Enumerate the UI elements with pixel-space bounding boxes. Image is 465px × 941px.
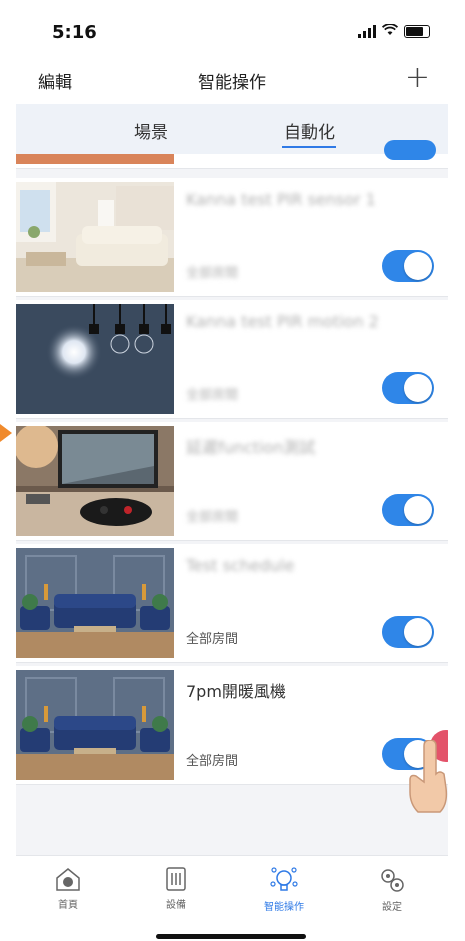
list-item-automation[interactable]: Kanna test PIR motion 2 全部房間 xyxy=(16,300,448,419)
device-panel-icon xyxy=(166,867,186,891)
automation-room: 全部房間 xyxy=(186,510,239,525)
automation-list: Kanna test PIR sensor 1 全部房間 Kanna test … xyxy=(16,140,448,854)
battery-icon xyxy=(404,24,430,38)
list-item-automation[interactable]: Kanna test PIR sensor 1 全部房間 xyxy=(16,178,448,297)
living-room-thumbnail xyxy=(16,182,174,292)
tab-devices-label: 設備 xyxy=(166,900,186,911)
partial-toggle[interactable] xyxy=(384,140,436,160)
blue-sofa-thumbnail xyxy=(16,548,174,658)
status-icons xyxy=(358,23,430,38)
automation-toggle[interactable] xyxy=(382,372,434,404)
automation-room: 全部房間 xyxy=(186,266,239,281)
partial-thumbnail xyxy=(16,154,174,164)
tab-smart-actions-label: 智能操作 xyxy=(264,902,304,913)
nav-bar: 編輯 智能操作 + xyxy=(16,52,448,104)
status-time: 5:16 xyxy=(52,22,97,43)
tab-home-label: 首頁 xyxy=(58,900,78,911)
automation-title: Kanna test PIR sensor 1 xyxy=(186,190,376,209)
automation-toggle[interactable] xyxy=(382,616,434,648)
light-bulbs-thumbnail xyxy=(16,304,174,414)
tab-smart-actions[interactable]: 智能操作 xyxy=(244,866,324,913)
tab-settings-label: 設定 xyxy=(382,902,402,913)
automation-toggle[interactable] xyxy=(382,494,434,526)
page-title: 智能操作 xyxy=(198,73,266,93)
automation-title: Kanna test PIR motion 2 xyxy=(186,312,379,331)
tab-scenes[interactable]: 場景 xyxy=(134,118,168,143)
automation-title: Test schedule xyxy=(186,556,295,575)
home-indicator xyxy=(156,934,306,939)
pointing-hand-icon xyxy=(409,740,448,813)
list-item-automation[interactable]: 延遲function測試 全部房間 xyxy=(16,422,448,541)
list-item-automation[interactable]: 7pm開暖風機 全部房間 xyxy=(16,666,448,785)
signal-icon xyxy=(358,24,376,38)
tab-devices[interactable]: 設備 xyxy=(136,866,216,911)
phone-screen: 5:16 編輯 智能操作 + 場景 自動化 Kanna test PIR sen… xyxy=(16,0,448,941)
automation-room: 全部房間 xyxy=(186,632,239,647)
status-bar: 5:16 xyxy=(16,0,448,52)
list-item-automation[interactable]: Test schedule 全部房間 xyxy=(16,544,448,663)
automation-title: 7pm開暖風機 xyxy=(186,682,286,701)
pointer-arrow-icon xyxy=(0,424,12,442)
gears-icon xyxy=(381,869,404,892)
gaming-setup-thumbnail xyxy=(16,426,174,536)
automation-room: 全部房間 xyxy=(186,754,239,769)
list-item-partial xyxy=(16,140,448,169)
bottom-tab-bar: 首頁 設備 智能操作 設定 xyxy=(16,855,448,941)
active-tab-indicator xyxy=(282,146,336,148)
tab-home[interactable]: 首頁 xyxy=(28,866,108,911)
tab-automation[interactable]: 自動化 xyxy=(284,118,335,143)
automation-toggle[interactable] xyxy=(382,250,434,282)
blue-sofa-thumbnail xyxy=(16,670,174,780)
tab-settings[interactable]: 設定 xyxy=(352,866,432,913)
automation-title: 延遲function測試 xyxy=(186,438,316,457)
wifi-icon xyxy=(381,23,399,38)
home-icon xyxy=(56,868,80,891)
smart-bulb-icon xyxy=(270,867,298,891)
automation-room: 全部房間 xyxy=(186,388,239,403)
add-button[interactable]: + xyxy=(405,60,430,95)
